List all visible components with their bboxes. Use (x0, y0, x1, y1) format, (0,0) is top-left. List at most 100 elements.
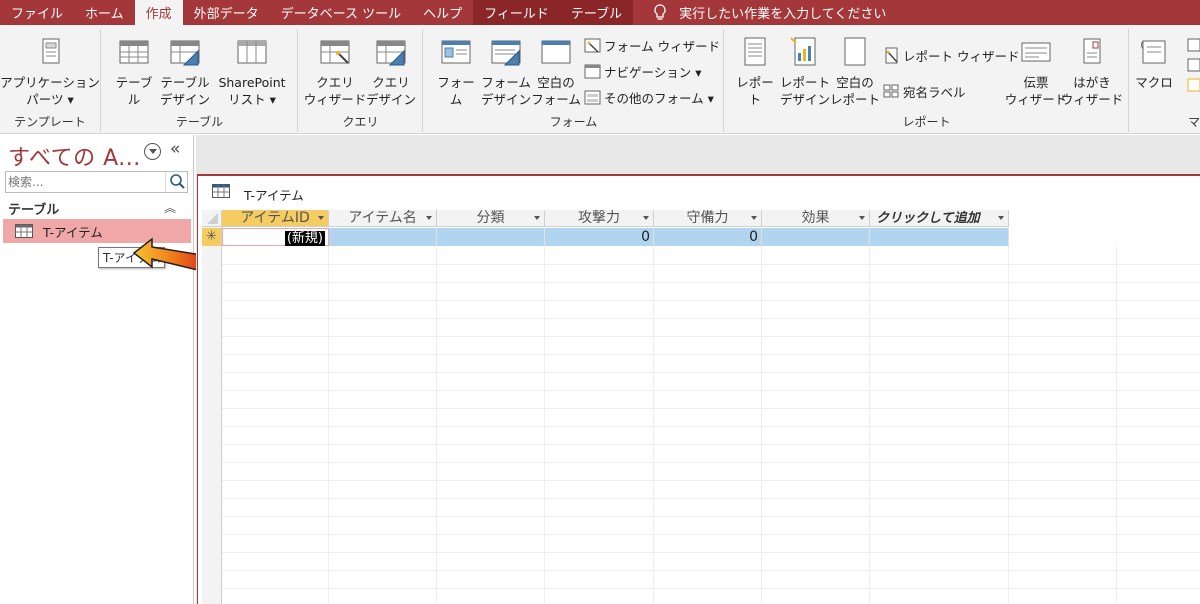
form-design-button[interactable]: フォーム デザイン (481, 35, 531, 108)
nav-search-box[interactable] (5, 171, 188, 193)
blank-report-icon (844, 37, 866, 66)
nav-group-tables[interactable]: テーブル (8, 199, 188, 218)
tab-help[interactable]: ヘルプ (412, 0, 473, 25)
record-selector-column (202, 210, 222, 604)
table-design-button[interactable]: テーブル デザイン (160, 35, 210, 108)
tab-file[interactable]: ファイル (0, 0, 74, 25)
cell-effect-new[interactable] (762, 228, 870, 246)
group-reports: レポート レポート デザイン 空白の レポート レポート ウィザード 宛名ラベル… (725, 29, 1129, 132)
report-design-button[interactable]: レポート デザイン (779, 35, 831, 108)
tab-fields[interactable]: フィールド (473, 0, 560, 25)
ribbon: アプリケーション パーツ ▾ テンプレート テーブル テーブル デザイン Sha… (0, 25, 1200, 134)
column-header-item-name[interactable]: アイテム名 (329, 210, 437, 227)
tab-database-tools[interactable]: データベース ツール (270, 0, 412, 25)
group-templates: アプリケーション パーツ ▾ テンプレート (0, 29, 101, 132)
cell-attack-new[interactable]: 0 (545, 228, 654, 246)
slip-wizard-button[interactable]: 伝票 ウィザード (1005, 35, 1067, 108)
tab-external-data[interactable]: 外部データ (183, 0, 270, 25)
form-icon (441, 40, 471, 64)
chevron-down-icon[interactable] (318, 216, 324, 220)
postcard-wizard-button[interactable]: はがき ウィザード (1061, 35, 1123, 108)
query-design-icon (376, 40, 406, 66)
cell-item-id-new[interactable]: (新規) (222, 228, 329, 246)
more-forms-button[interactable]: その他のフォーム ▾ (584, 87, 714, 107)
form-wizard-icon (584, 38, 601, 53)
chevron-down-icon[interactable] (998, 216, 1004, 220)
column-header-click-to-add[interactable]: クリックして追加 (870, 210, 1009, 227)
labels-icon (883, 84, 899, 97)
form-wizard-button[interactable]: フォーム ウィザード (584, 35, 720, 55)
slip-wizard-icon (1021, 42, 1051, 62)
cell-item-name-new[interactable] (329, 228, 437, 246)
group-forms: フォーム フォーム デザイン 空白の フォーム フォーム ウィザード ナビゲーシ… (424, 29, 724, 132)
table-icon (212, 184, 230, 198)
form-button[interactable]: フォーム (432, 35, 480, 108)
nav-search-input[interactable] (8, 174, 166, 190)
group-label-macros: マ (1188, 115, 1200, 129)
sharepoint-list-icon (237, 40, 267, 64)
cell-defense-new[interactable]: 0 (654, 228, 762, 246)
sharepoint-lists-button[interactable]: SharePoint リスト ▾ (212, 35, 292, 108)
navigation-icon (584, 64, 601, 78)
tab-table[interactable]: テーブル (559, 0, 634, 25)
group-label-forms: フォーム (549, 115, 598, 129)
table-icon (119, 40, 149, 64)
postcard-wizard-icon (1083, 38, 1101, 64)
group-label-reports: レポート (902, 115, 951, 129)
blank-form-icon (541, 40, 571, 64)
group-label-queries: クエリ (342, 115, 379, 129)
cell-category-new[interactable] (437, 228, 545, 246)
navigation-button[interactable]: ナビゲーション ▾ (584, 61, 702, 81)
column-header-category[interactable]: 分類 (437, 210, 545, 227)
new-record-selector[interactable]: ✳ (202, 228, 222, 246)
datasheet-title: T-アイテム (244, 188, 304, 203)
blank-report-button[interactable]: 空白の レポート (829, 35, 881, 108)
column-header-attack[interactable]: 攻撃力 (545, 210, 654, 227)
ribbon-tab-bar: ファイル ホーム 作成 外部データ データベース ツール ヘルプ フィールド テ… (0, 0, 1200, 25)
table-design-icon (170, 40, 200, 66)
chevron-up-icon[interactable]: ︽ (164, 199, 176, 216)
application-parts-button[interactable]: アプリケーション パーツ ▾ (0, 35, 100, 108)
more-forms-icon (584, 90, 601, 104)
application-parts-icon (42, 38, 60, 64)
labels-button[interactable]: 宛名ラベル (883, 81, 966, 101)
group-macros: マクロ マ (1130, 29, 1200, 132)
nav-item-label: T-アイテム (43, 224, 103, 240)
group-tables: テーブル テーブル デザイン SharePoint リスト ▾ テーブル (102, 29, 298, 132)
tell-me-box[interactable]: 実行したい作業を入力してください (633, 0, 886, 25)
table-button[interactable]: テーブル (112, 35, 156, 108)
nav-pane-menu-button[interactable] (144, 143, 161, 160)
nav-pane-title[interactable]: すべての A... (8, 140, 141, 172)
table-icon (15, 224, 33, 238)
chevron-down-icon[interactable] (859, 216, 865, 220)
datasheet-window: T-アイテム ✳ アイテムID アイテム名 分類 攻撃力 守備力 効果 クリック… (197, 174, 1200, 604)
report-wizard-icon (885, 47, 898, 63)
chevron-down-icon[interactable] (643, 216, 649, 220)
column-header-defense[interactable]: 守備力 (654, 210, 762, 227)
query-wizard-icon (320, 40, 350, 64)
macro-icon (1141, 40, 1166, 64)
cell-add-new[interactable] (870, 228, 1009, 246)
group-label-templates: テンプレート (14, 115, 86, 129)
query-wizard-button[interactable]: クエリ ウィザード (304, 35, 366, 108)
report-design-icon (790, 37, 816, 66)
group-queries: クエリ ウィザード クエリ デザイン クエリ (299, 29, 423, 132)
chevron-down-icon[interactable] (534, 216, 540, 220)
work-area: T-アイテム ✳ アイテムID アイテム名 分類 攻撃力 守備力 効果 クリック… (196, 135, 1200, 604)
navigation-pane: すべての A... « テーブル ︽ T-アイテム T-アイテム (0, 135, 215, 604)
search-icon[interactable] (165, 172, 187, 192)
tab-create[interactable]: 作成 (134, 0, 183, 25)
module-icons (1187, 38, 1200, 92)
report-wizard-button[interactable]: レポート ウィザード (883, 45, 1019, 65)
collapse-icon[interactable]: « (170, 139, 180, 159)
column-header-item-id[interactable]: アイテムID (222, 210, 329, 227)
select-all-corner[interactable] (202, 210, 222, 227)
chevron-down-icon[interactable] (426, 216, 432, 220)
chevron-down-icon[interactable] (751, 216, 757, 220)
query-design-button[interactable]: クエリ デザイン (363, 35, 419, 108)
column-header-effect[interactable]: 効果 (762, 210, 870, 227)
macro-button[interactable]: マクロ (1134, 35, 1174, 91)
blank-form-button[interactable]: 空白の フォーム (531, 35, 581, 108)
tab-home[interactable]: ホーム (74, 0, 135, 25)
report-button[interactable]: レポート (731, 35, 779, 108)
